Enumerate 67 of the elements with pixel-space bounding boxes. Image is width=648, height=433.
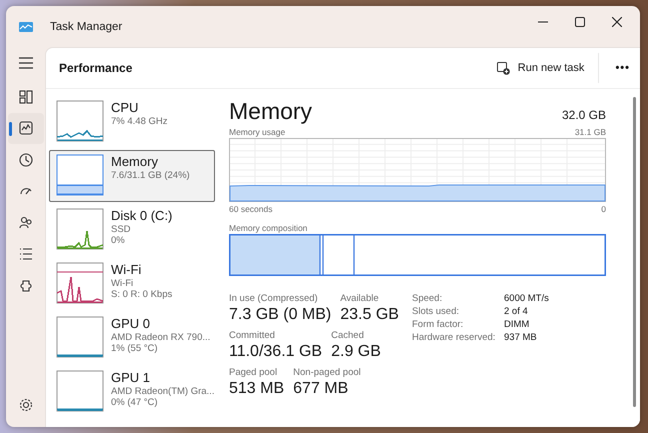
spec-label: Hardware reserved: xyxy=(412,332,496,343)
spec-value: 2 of 4 xyxy=(504,306,529,317)
menu-icon[interactable] xyxy=(18,57,32,69)
device-name: GPU 0 xyxy=(111,316,152,332)
page-title: Performance xyxy=(59,61,132,75)
device-info: SSD xyxy=(111,224,132,235)
stat-value: 11.0/36.1 GB xyxy=(229,343,322,361)
device-item[interactable]: Wi-Fi Wi-Fi S: 0 R: 0 Kbps xyxy=(49,258,215,310)
device-item[interactable]: Memory 7.6/31.1 GB (24%) xyxy=(49,150,215,202)
stat-value: 2.9 GB xyxy=(331,343,381,361)
run-new-task-button[interactable]: Run new task xyxy=(490,58,590,78)
maximize-icon[interactable] xyxy=(575,17,585,27)
stat-label: Cached xyxy=(331,330,365,341)
clock-icon xyxy=(18,152,32,167)
device-info: AMD Radeon(TM) Gra... xyxy=(111,386,214,397)
device-info: AMD Radeon RX 790... xyxy=(111,332,210,343)
users-icon xyxy=(18,216,32,230)
device-info: 0% xyxy=(111,234,126,246)
spec-value: 937 MB xyxy=(504,332,538,343)
device-item[interactable]: GPU 0 AMD Radeon RX 790... 1% (55 °C) xyxy=(49,312,215,364)
nav-item[interactable] xyxy=(8,112,44,144)
device-name: Memory xyxy=(111,154,159,170)
stat-value: 23.5 GB xyxy=(340,306,399,324)
stat-value: 7.3 GB (0 MB) xyxy=(229,306,332,324)
device-name: Wi-Fi xyxy=(111,262,142,278)
detail-title: Memory xyxy=(229,98,312,125)
performance-graph-icon xyxy=(18,121,32,136)
total-memory: 32.0 GB xyxy=(562,108,606,122)
device-info: 1% (55 °C) xyxy=(111,342,159,354)
stat-label: In use (Compressed) xyxy=(229,293,319,304)
device-item[interactable]: Disk 0 (C:) SSD 0% xyxy=(49,204,215,256)
scrollbar[interactable] xyxy=(633,97,636,407)
new-task-icon xyxy=(496,62,510,74)
spec-value: DIMM xyxy=(504,319,530,330)
stat-label: Committed xyxy=(229,330,276,341)
device-info: 0% (47 °C) xyxy=(111,396,159,408)
device-info: Wi-Fi xyxy=(111,278,134,289)
device-item[interactable]: GPU 1 AMD Radeon(TM) Gra... 0% (47 °C) xyxy=(49,366,215,418)
close-icon[interactable] xyxy=(612,17,622,27)
device-info: 7% 4.48 GHz xyxy=(111,116,168,127)
time-span-label: 60 seconds xyxy=(229,204,272,214)
spec-value: 6000 MT/s xyxy=(504,293,549,304)
more-options-button[interactable]: ••• xyxy=(605,58,640,78)
device-name: Disk 0 (C:) xyxy=(111,208,172,224)
graph-label: Memory usage xyxy=(229,127,286,137)
stat-value: 677 MB xyxy=(293,380,350,398)
app-icon xyxy=(19,22,33,32)
device-name: CPU xyxy=(111,100,140,116)
device-name: GPU 1 xyxy=(111,370,152,386)
window-title: Task Manager xyxy=(50,20,122,32)
graph-max-label: 31.1 GB xyxy=(574,127,606,137)
spec-label: Speed: xyxy=(412,293,444,304)
stat-label: Paged pool xyxy=(229,367,278,378)
stat-label: Available xyxy=(340,293,380,304)
spec-label: Slots used: xyxy=(412,306,460,317)
spec-label: Form factor: xyxy=(412,319,464,330)
list-icon xyxy=(18,247,32,262)
stat-label: Non-paged pool xyxy=(293,367,361,378)
stat-value: 513 MB xyxy=(229,380,284,398)
device-item[interactable]: CPU 7% 4.48 GHz xyxy=(49,96,215,148)
composition-label: Memory composition xyxy=(229,223,308,233)
puzzle-piece-icon xyxy=(18,278,32,293)
settings-icon xyxy=(18,398,32,412)
grid-icon xyxy=(18,90,32,104)
time-end-label: 0 xyxy=(601,204,606,214)
device-info: 7.6/31.1 GB (24%) xyxy=(111,170,190,181)
device-info: S: 0 R: 0 Kbps xyxy=(111,288,172,300)
